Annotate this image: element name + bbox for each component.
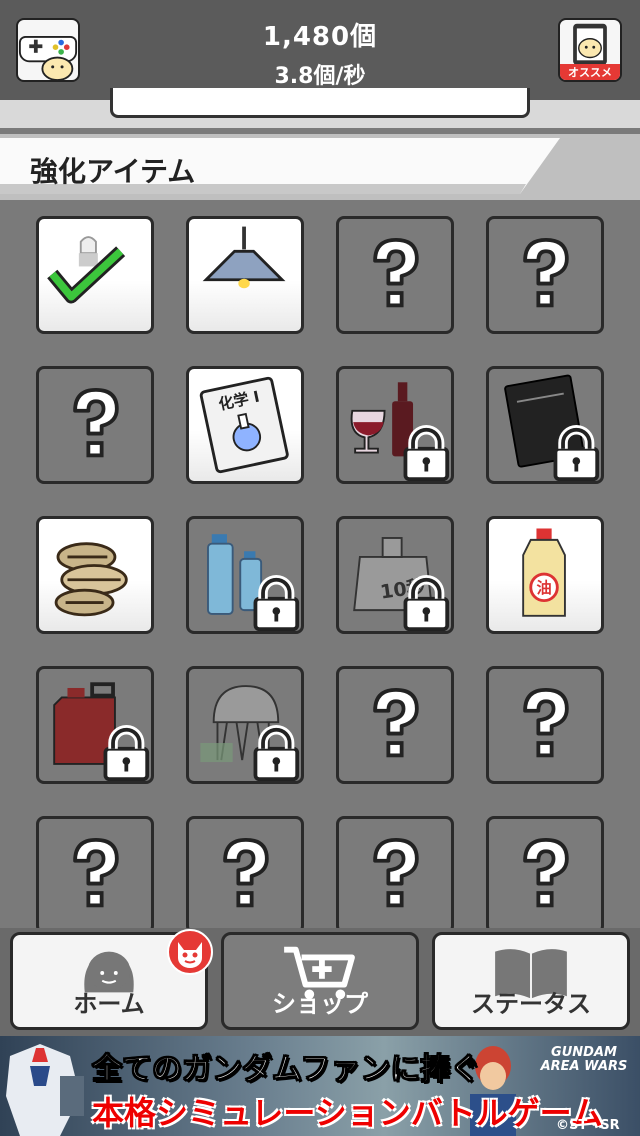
svg-text:油: 油 bbox=[536, 579, 551, 597]
ad-logo: GUNDAM AREA WARS bbox=[540, 1045, 628, 1074]
unknown-item-tile[interactable] bbox=[486, 216, 604, 334]
devil-badge-icon bbox=[167, 929, 213, 975]
unknown-item-tile[interactable] bbox=[336, 816, 454, 934]
black-book-icon bbox=[504, 374, 600, 481]
item-tile[interactable] bbox=[36, 516, 154, 634]
nav-status-label: ステータス bbox=[471, 990, 591, 1018]
locked-item-tile[interactable]: 10秒 bbox=[336, 516, 454, 634]
question-mark-icon bbox=[523, 687, 569, 758]
locked-item-tile[interactable] bbox=[36, 666, 154, 784]
nav-shop-label: ショップ bbox=[272, 990, 368, 1018]
recommend-button[interactable]: オススメ bbox=[558, 18, 622, 82]
wine-icon bbox=[350, 382, 450, 481]
item-tile[interactable]: 油 bbox=[486, 516, 604, 634]
ad-subheadline: 本格シミュレーションバトルゲーム bbox=[92, 1094, 603, 1132]
question-mark-icon bbox=[73, 837, 119, 908]
chemistry-book-icon: 化学 I bbox=[199, 376, 289, 474]
item-tile[interactable] bbox=[186, 216, 304, 334]
robot-illustration bbox=[6, 1044, 84, 1136]
section-title: 強化アイテム bbox=[30, 155, 196, 188]
item-tile[interactable] bbox=[36, 216, 154, 334]
locked-item-tile[interactable] bbox=[336, 366, 454, 484]
ten-second-pouch-icon: 10秒 bbox=[353, 537, 450, 631]
unknown-item-tile[interactable] bbox=[186, 816, 304, 934]
question-mark-icon bbox=[523, 237, 569, 308]
seeds-icon bbox=[54, 542, 128, 617]
unknown-item-tile[interactable] bbox=[336, 216, 454, 334]
locked-item-tile[interactable] bbox=[186, 516, 304, 634]
item-count: 1,480個 bbox=[262, 22, 378, 52]
jerry-can-icon bbox=[53, 682, 150, 781]
locked-item-tile[interactable] bbox=[186, 666, 304, 784]
tab-edge bbox=[110, 88, 530, 118]
unknown-item-tile[interactable] bbox=[36, 366, 154, 484]
item-tile[interactable]: 化学 I bbox=[186, 366, 304, 484]
question-mark-icon bbox=[523, 837, 569, 908]
locked-item-tile[interactable] bbox=[486, 366, 604, 484]
recommend-label: オススメ bbox=[560, 64, 620, 80]
unknown-item-tile[interactable] bbox=[486, 666, 604, 784]
oil-bottle-icon: 油 bbox=[522, 528, 566, 617]
question-mark-icon bbox=[373, 237, 419, 308]
nav-status-button[interactable]: ステータス bbox=[432, 932, 630, 1030]
jellyfish-icon bbox=[200, 685, 300, 781]
eye-drop-check-icon bbox=[47, 236, 126, 304]
ceiling-lamp-icon bbox=[202, 226, 286, 289]
unknown-item-tile[interactable] bbox=[336, 666, 454, 784]
question-mark-icon bbox=[73, 387, 119, 458]
ad-headline: 全てのガンダムファンに捧ぐ bbox=[91, 1052, 481, 1088]
unknown-item-tile[interactable] bbox=[36, 816, 154, 934]
question-mark-icon bbox=[373, 687, 419, 758]
question-mark-icon bbox=[373, 837, 419, 908]
ad-copyright: ©ST・SR bbox=[556, 1118, 620, 1133]
water-bottles-icon bbox=[207, 534, 300, 631]
nav-home-label: ホーム bbox=[73, 990, 145, 1018]
question-mark-icon bbox=[223, 837, 269, 908]
unknown-item-tile[interactable] bbox=[486, 816, 604, 934]
item-rate: 3.8個/秒 bbox=[274, 64, 366, 89]
nav-shop-button[interactable]: ショップ bbox=[221, 932, 419, 1030]
